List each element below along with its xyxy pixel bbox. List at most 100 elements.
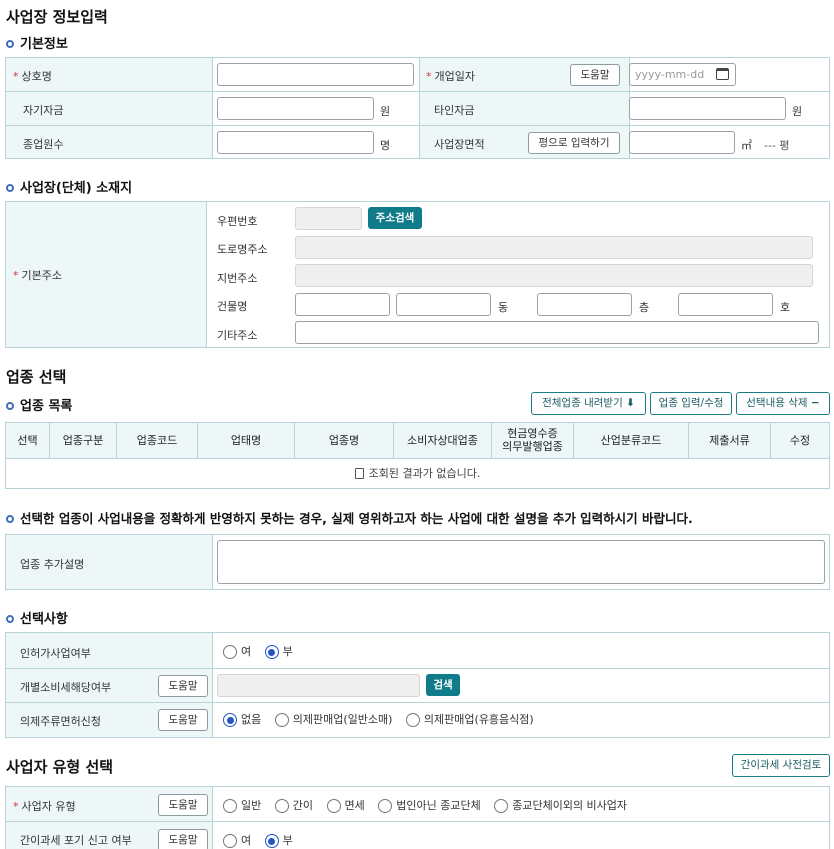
other-capital-input[interactable] bbox=[629, 97, 786, 120]
bullet-icon bbox=[6, 39, 14, 48]
liquor-option-none[interactable]: 없음 bbox=[223, 713, 261, 727]
road-address-input bbox=[295, 236, 813, 259]
col-edit: 수정 bbox=[789, 434, 811, 447]
location-table: * 기본주소 우편번호 주소검색 도로명주소 지번주소 건물명 동 층 호 기타주… bbox=[5, 201, 830, 348]
lot-address-label: 지번주소 bbox=[217, 272, 258, 285]
col-select: 선택 bbox=[6, 423, 50, 459]
page-title: 사업장 정보입력 bbox=[6, 8, 108, 26]
trade-name-input[interactable] bbox=[217, 63, 414, 86]
bullet-icon bbox=[6, 183, 14, 192]
industry-edit-button[interactable]: 업종 입력/수정 bbox=[650, 392, 732, 415]
empty-result-row: 조회된 결과가 없습니다. bbox=[6, 459, 829, 488]
col-code: 업종코드 bbox=[117, 423, 198, 459]
industry-table-header: 선택 업종구분 업종코드 업태명 업종명 소비자상대업종 현금영수증 의무발행업… bbox=[6, 423, 829, 459]
biz-type-help-button[interactable]: 도움말 bbox=[158, 794, 208, 816]
biz-type-non-business[interactable]: 종교단체이외의 비사업자 bbox=[494, 799, 627, 813]
options-table: 인허가사업여부 여 부 개별소비세해당여부 도움말 검색 의제주류면허신청 도움… bbox=[5, 632, 830, 738]
extra-desc-textarea[interactable] bbox=[217, 540, 825, 584]
calendar-icon[interactable] bbox=[716, 68, 729, 80]
employees-unit: 명 bbox=[380, 139, 391, 152]
building-name-input[interactable] bbox=[295, 293, 390, 316]
radio-icon[interactable] bbox=[223, 799, 237, 813]
own-capital-input[interactable] bbox=[217, 97, 374, 120]
bullet-icon bbox=[6, 614, 14, 623]
own-capital-label: 자기자금 bbox=[23, 104, 64, 117]
liquor-license-label: 의제주류면허신청 bbox=[20, 715, 101, 728]
biz-type-general[interactable]: 일반 bbox=[223, 799, 261, 813]
other-address-label: 기타주소 bbox=[217, 329, 258, 342]
waiver-option-no[interactable]: 부 bbox=[264, 834, 293, 848]
open-date-help-button[interactable]: 도움말 bbox=[570, 64, 620, 86]
floor-input[interactable] bbox=[537, 293, 632, 316]
radio-icon[interactable] bbox=[223, 834, 237, 848]
employees-input[interactable] bbox=[217, 131, 374, 154]
area-label: 사업장면적 bbox=[434, 138, 485, 151]
waiver-help-button[interactable]: 도움말 bbox=[158, 829, 208, 849]
biz-type-title: 사업자 유형 선택 bbox=[6, 758, 114, 776]
biz-type-religious[interactable]: 법인아닌 종교단체 bbox=[378, 799, 481, 813]
ho-input[interactable] bbox=[678, 293, 773, 316]
extra-desc-label: 업종 추가설명 bbox=[20, 558, 85, 571]
own-capital-unit: 원 bbox=[380, 105, 391, 118]
other-capital-label: 타인자금 bbox=[434, 104, 475, 117]
excise-search-button[interactable]: 검색 bbox=[426, 674, 460, 696]
col-documents: 제출서류 bbox=[689, 423, 771, 459]
radio-icon[interactable] bbox=[405, 713, 420, 727]
radio-icon[interactable] bbox=[494, 799, 509, 813]
liquor-option-retail[interactable]: 의제판매업(일반소매) bbox=[274, 713, 392, 727]
employees-label: 종업원수 bbox=[23, 138, 64, 151]
license-radio-group: 여 부 bbox=[223, 643, 303, 659]
building-dong-input[interactable] bbox=[396, 293, 491, 316]
simplified-tax-precheck-button[interactable]: 간이과세 사전검토 bbox=[732, 754, 830, 777]
road-address-label: 도로명주소 bbox=[217, 243, 268, 256]
download-industry-button[interactable]: 전체업종 내려받기 ⬇ bbox=[531, 392, 646, 415]
radio-icon[interactable] bbox=[378, 799, 393, 813]
col-cash-receipt: 현금영수증 의무발행업종 bbox=[492, 423, 574, 459]
section-basic-title: 기본정보 bbox=[6, 33, 68, 52]
radio-selected-icon[interactable] bbox=[264, 834, 279, 848]
base-address-label: * 기본주소 bbox=[13, 269, 62, 282]
pyeong-readout: --- 평 bbox=[764, 139, 790, 152]
col-industry-class: 산업분류코드 bbox=[574, 423, 689, 459]
section-options-title: 선택사항 bbox=[6, 608, 68, 627]
extra-desc-table: 업종 추가설명 bbox=[5, 534, 830, 590]
delete-selection-button[interactable]: 선택내용 삭제 − bbox=[736, 392, 830, 415]
excise-label: 개별소비세해당여부 bbox=[20, 681, 112, 694]
biz-type-simplified[interactable]: 간이 bbox=[274, 799, 313, 813]
excise-help-button[interactable]: 도움말 bbox=[158, 675, 208, 697]
license-option-yes[interactable]: 여 bbox=[223, 645, 251, 659]
other-address-input[interactable] bbox=[295, 321, 819, 344]
radio-selected-icon[interactable] bbox=[264, 645, 279, 659]
address-search-button[interactable]: 주소검색 bbox=[368, 207, 422, 229]
radio-icon[interactable] bbox=[223, 645, 237, 659]
sqm-unit: ㎡ bbox=[741, 139, 752, 152]
radio-icon[interactable] bbox=[274, 713, 289, 727]
floor-unit: 층 bbox=[639, 301, 650, 314]
industry-title: 업종 선택 bbox=[6, 368, 67, 386]
area-input[interactable] bbox=[629, 131, 735, 154]
liquor-help-button[interactable]: 도움말 bbox=[158, 709, 208, 731]
biz-type-radio-group: 일반 간이 면세 법인아닌 종교단체 종교단체이외의 비사업자 bbox=[223, 797, 637, 813]
dong-unit: 동 bbox=[498, 301, 509, 314]
building-label: 건물명 bbox=[217, 300, 248, 313]
open-date-input[interactable]: yyyy-mm-dd bbox=[629, 63, 736, 86]
col-consumer: 소비자상대업종 bbox=[394, 423, 492, 459]
liquor-radio-group: 없음 의제판매업(일반소매) 의제판매업(유흥음식점) bbox=[223, 711, 544, 727]
other-capital-unit: 원 bbox=[792, 105, 803, 118]
radio-icon[interactable] bbox=[274, 799, 289, 813]
trade-name-label: * 상호명 bbox=[13, 70, 52, 83]
biz-type-exempt[interactable]: 면세 bbox=[326, 799, 365, 813]
radio-selected-icon[interactable] bbox=[223, 713, 237, 727]
radio-icon[interactable] bbox=[326, 799, 341, 813]
liquor-option-entertainment[interactable]: 의제판매업(유흥음식점) bbox=[405, 713, 534, 727]
pyeong-input-button[interactable]: 평으로 입력하기 bbox=[528, 132, 620, 154]
industry-table: 선택 업종구분 업종코드 업태명 업종명 소비자상대업종 현금영수증 의무발행업… bbox=[5, 422, 830, 489]
zipcode-input bbox=[295, 207, 362, 230]
biz-type-label: * 사업자 유형 bbox=[13, 800, 76, 813]
open-date-label: * 개업일자 bbox=[426, 70, 475, 83]
waiver-option-yes[interactable]: 여 bbox=[223, 834, 251, 848]
license-label: 인허가사업여부 bbox=[20, 647, 91, 660]
license-option-no[interactable]: 부 bbox=[264, 645, 293, 659]
section-location-title: 사업장(단체) 소재지 bbox=[6, 177, 132, 196]
excise-input bbox=[217, 674, 420, 697]
